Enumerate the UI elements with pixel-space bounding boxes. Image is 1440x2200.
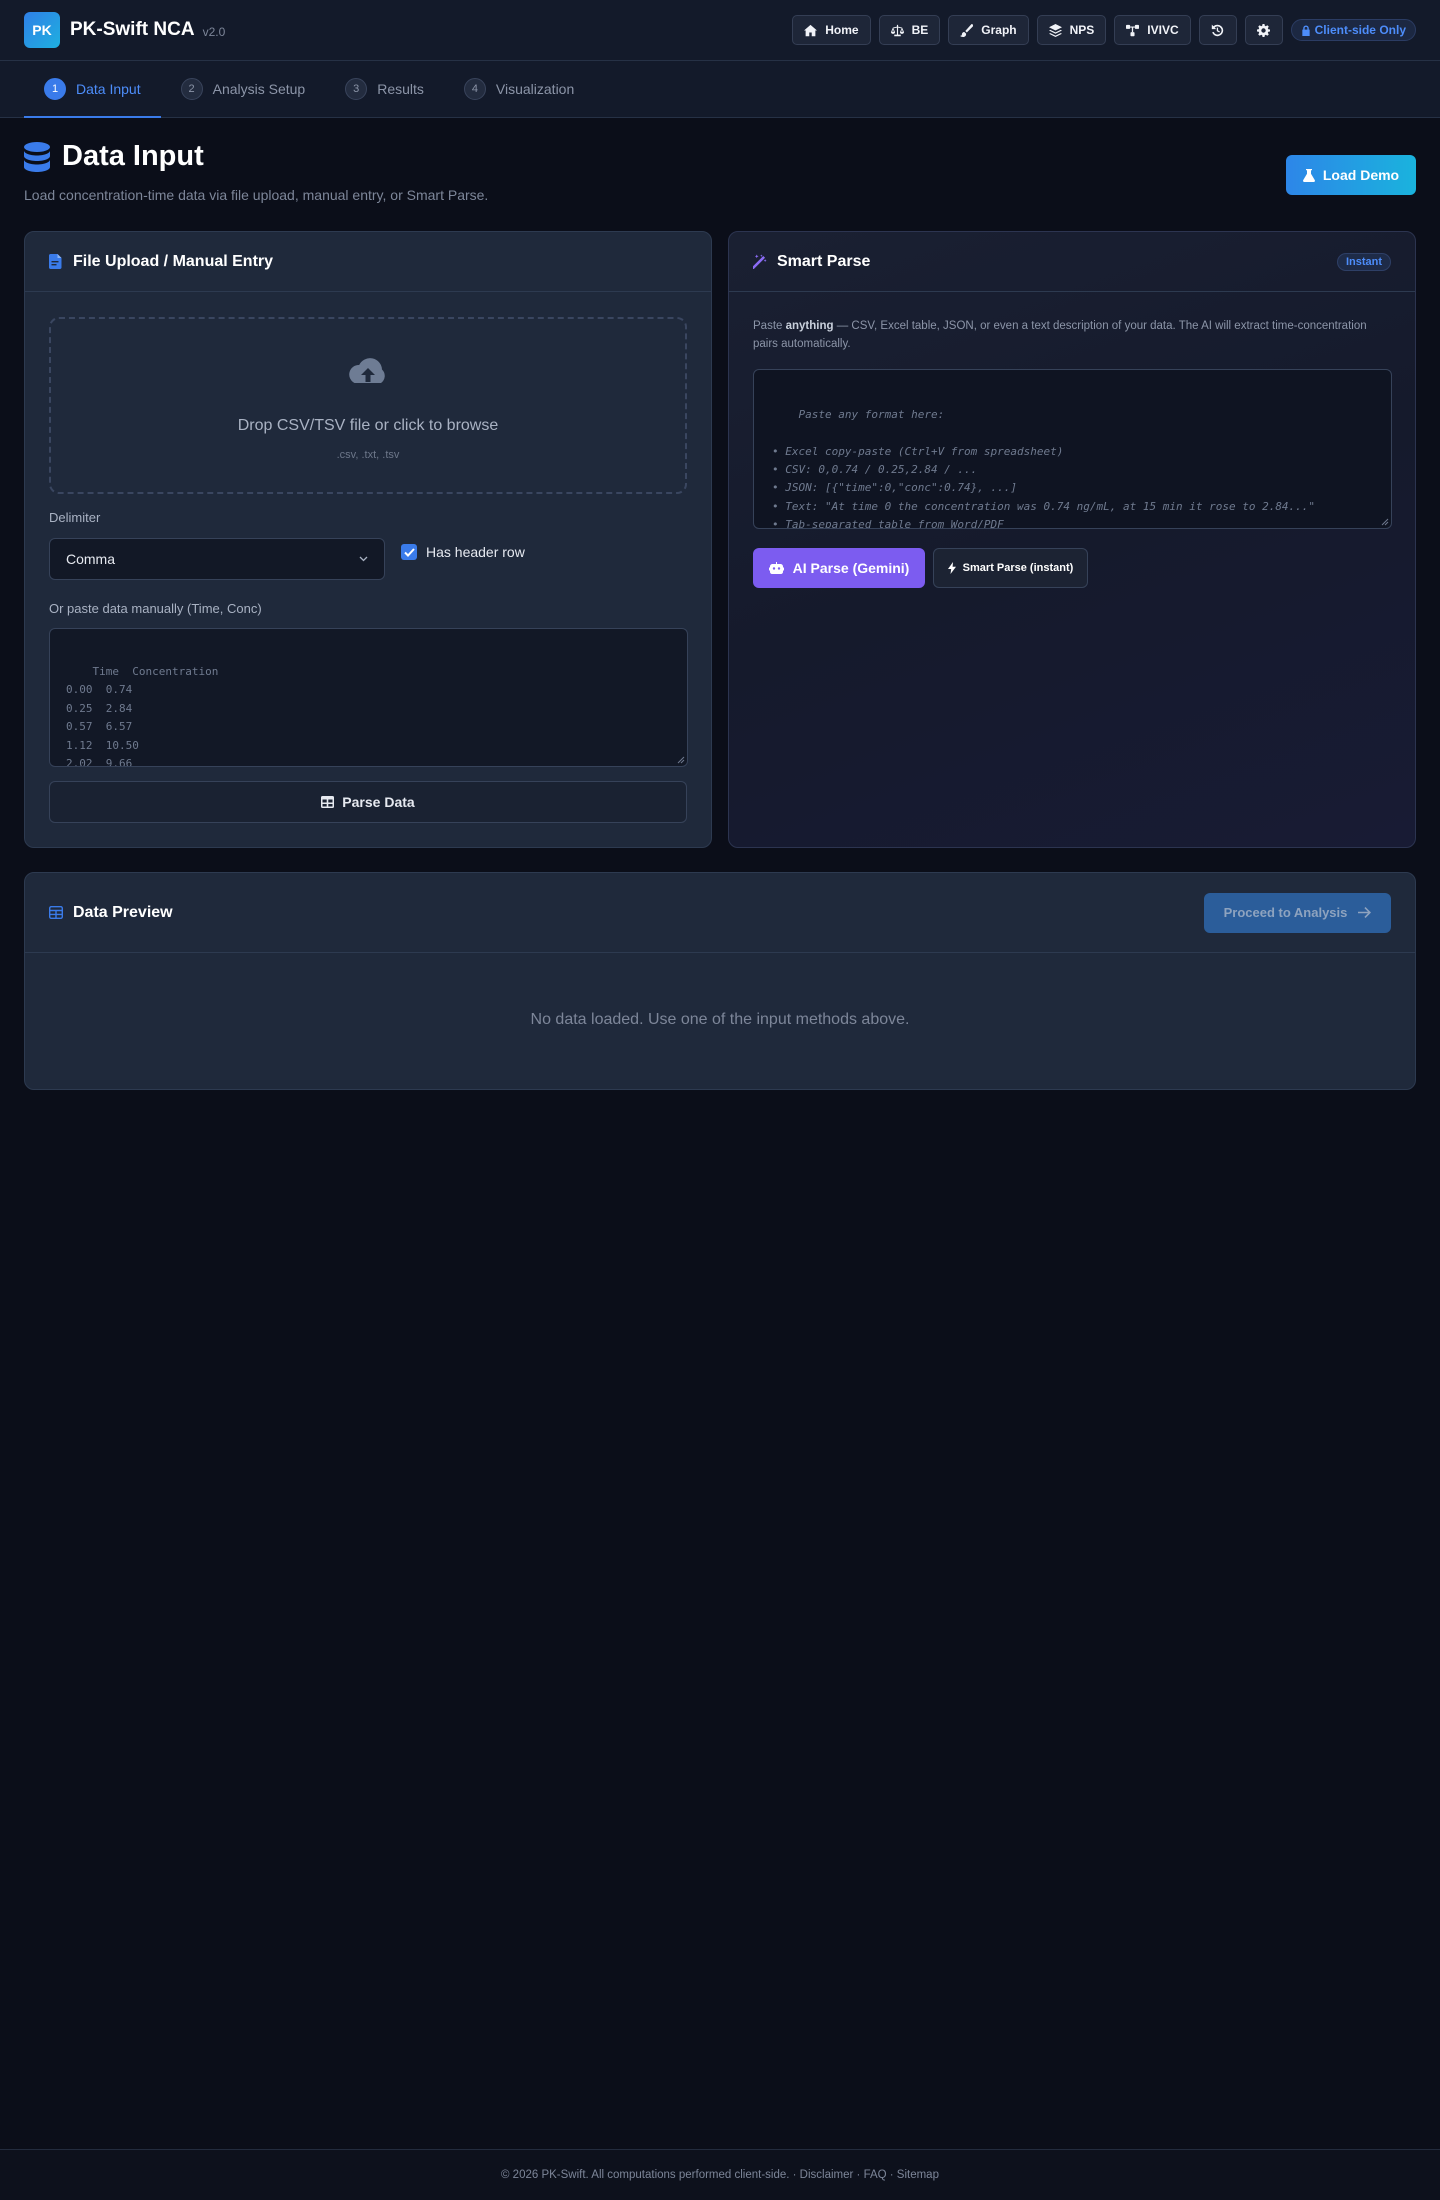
cloud-upload-icon xyxy=(349,358,385,383)
flask-icon xyxy=(1302,168,1315,182)
nav-graph-button[interactable]: Graph xyxy=(948,15,1029,45)
file-icon xyxy=(49,254,62,269)
footer-text: © 2026 PK-Swift. All computations perfor… xyxy=(501,2169,939,2181)
robot-icon xyxy=(768,562,784,574)
delimiter-value: Comma xyxy=(66,551,116,567)
empty-state-message: No data loaded. Use one of the input met… xyxy=(530,1011,910,1028)
history-button[interactable] xyxy=(1198,15,1237,45)
scale-icon xyxy=(890,24,904,36)
desc-prefix: Paste xyxy=(753,320,786,332)
card-title: Smart Parse xyxy=(777,252,871,270)
step-number: 1 xyxy=(44,78,66,100)
app-name[interactable]: PK-Swift NCA xyxy=(70,19,195,41)
table-icon xyxy=(49,906,63,919)
page-title: Data Input xyxy=(62,140,204,172)
manual-data-placeholder: Time Concentration 0.00 0.74 0.25 2.84 0… xyxy=(66,664,219,767)
main-nav: Home BE Graph NPS IVIVC Client-side Only xyxy=(792,15,1416,45)
ai-parse-label: AI Parse (Gemini) xyxy=(792,560,910,576)
card-header: File Upload / Manual Entry xyxy=(25,232,711,292)
smart-parse-description: Paste anything — CSV, Excel table, JSON,… xyxy=(753,317,1393,353)
instant-badge: Instant xyxy=(1336,252,1391,271)
card-header: Smart Parse Instant xyxy=(729,232,1415,292)
lock-icon xyxy=(1301,24,1310,36)
file-dropzone[interactable]: Drop CSV/TSV file or click to browse .cs… xyxy=(49,317,687,494)
manual-entry-label: Or paste data manually (Time, Conc) xyxy=(49,601,262,616)
page-title-row: Data Input xyxy=(24,140,1416,173)
nav-be-button[interactable]: BE xyxy=(878,15,941,45)
card-header: Data Preview Proceed to Analysis xyxy=(25,873,1415,953)
smart-parse-card: Smart Parse Instant Paste anything — CSV… xyxy=(728,231,1416,848)
file-upload-card: File Upload / Manual Entry Drop CSV/TSV … xyxy=(24,231,712,848)
step-number: 3 xyxy=(345,78,368,100)
history-icon xyxy=(1211,24,1224,36)
tab-analysis-setup[interactable]: 2 Analysis Setup xyxy=(161,61,326,117)
ai-parse-button[interactable]: AI Parse (Gemini) xyxy=(753,548,925,588)
nav-nps-label: NPS xyxy=(1069,23,1095,37)
data-preview-card: Data Preview Proceed to Analysis No data… xyxy=(24,872,1416,1090)
settings-button[interactable] xyxy=(1244,15,1283,45)
delimiter-label: Delimiter xyxy=(49,510,101,525)
smart-parse-label: Smart Parse (instant) xyxy=(962,562,1074,574)
smart-parse-placeholder: Paste any format here: • Excel copy-past… xyxy=(772,408,1316,529)
proceed-label: Proceed to Analysis xyxy=(1223,905,1348,920)
nav-ivivc-label: IVIVC xyxy=(1147,23,1179,37)
network-icon xyxy=(1126,24,1140,36)
dropzone-text: Drop CSV/TSV file or click to browse xyxy=(237,417,499,434)
client-badge-label: Client-side Only xyxy=(1314,23,1406,37)
app-version: v2.0 xyxy=(202,25,226,39)
gear-icon xyxy=(1257,23,1271,37)
tab-data-input[interactable]: 1 Data Input xyxy=(24,61,161,118)
page-header: Data Input Load concentration-time data … xyxy=(24,140,1416,203)
footer: © 2026 PK-Swift. All computations perfor… xyxy=(0,2149,1440,2200)
step-label: Results xyxy=(377,81,424,97)
brush-icon xyxy=(960,23,974,37)
step-number: 2 xyxy=(180,78,203,100)
desc-emphasis: anything xyxy=(785,320,834,332)
manual-data-textarea[interactable]: Time Concentration 0.00 0.74 0.25 2.84 0… xyxy=(49,628,688,767)
step-label: Analysis Setup xyxy=(212,81,306,97)
step-label: Visualization xyxy=(495,81,575,97)
lightning-icon xyxy=(947,562,956,574)
dropzone-file-types: .csv, .txt, .tsv xyxy=(336,449,400,461)
tab-results[interactable]: 3 Results xyxy=(325,61,444,117)
client-side-badge: Client-side Only xyxy=(1290,19,1416,41)
header-row-checkbox[interactable] xyxy=(401,544,417,560)
checkmark-icon xyxy=(403,547,415,557)
database-icon xyxy=(24,141,50,172)
nav-nps-button[interactable]: NPS xyxy=(1036,15,1107,45)
app-logo[interactable]: PK xyxy=(24,12,60,48)
step-tabs: 1 Data Input 2 Analysis Setup 3 Results … xyxy=(0,61,1440,118)
top-navbar: PK PK-Swift NCA v2.0 Home BE Graph NPS I… xyxy=(0,0,1440,61)
delimiter-select[interactable]: Comma xyxy=(49,538,385,580)
parse-data-button[interactable]: Parse Data xyxy=(49,781,687,823)
nav-ivivc-button[interactable]: IVIVC xyxy=(1114,15,1191,45)
smart-parse-instant-button[interactable]: Smart Parse (instant) xyxy=(933,548,1088,588)
layers-icon xyxy=(1048,23,1062,37)
desc-rest: — CSV, Excel table, JSON, or even a text… xyxy=(753,320,1367,350)
nav-home-button[interactable]: Home xyxy=(792,15,871,45)
header-row-option[interactable]: Has header row xyxy=(401,539,525,565)
nav-home-label: Home xyxy=(825,23,859,37)
smart-parse-textarea[interactable]: Paste any format here: • Excel copy-past… xyxy=(753,369,1392,529)
load-demo-label: Load Demo xyxy=(1322,167,1400,183)
card-title: File Upload / Manual Entry xyxy=(73,252,274,270)
chevron-down-icon xyxy=(359,556,368,562)
tab-visualization[interactable]: 4 Visualization xyxy=(444,61,594,117)
card-title: Data Preview xyxy=(73,903,173,921)
header-row-label: Has header row xyxy=(426,544,525,560)
table-icon xyxy=(321,796,335,808)
load-demo-button[interactable]: Load Demo xyxy=(1286,155,1416,195)
nav-graph-label: Graph xyxy=(981,23,1017,37)
step-label: Data Input xyxy=(76,81,141,97)
step-number: 4 xyxy=(463,78,486,100)
proceed-to-analysis-button[interactable]: Proceed to Analysis xyxy=(1204,892,1391,933)
home-icon xyxy=(804,24,818,36)
magic-wand-icon xyxy=(753,254,767,269)
resize-grip-icon[interactable] xyxy=(1381,518,1389,526)
page-subtitle: Load concentration-time data via file up… xyxy=(24,187,489,203)
arrow-right-icon xyxy=(1358,907,1372,918)
parse-data-label: Parse Data xyxy=(342,794,415,810)
resize-grip-icon[interactable] xyxy=(677,756,685,764)
nav-be-label: BE xyxy=(911,23,929,37)
